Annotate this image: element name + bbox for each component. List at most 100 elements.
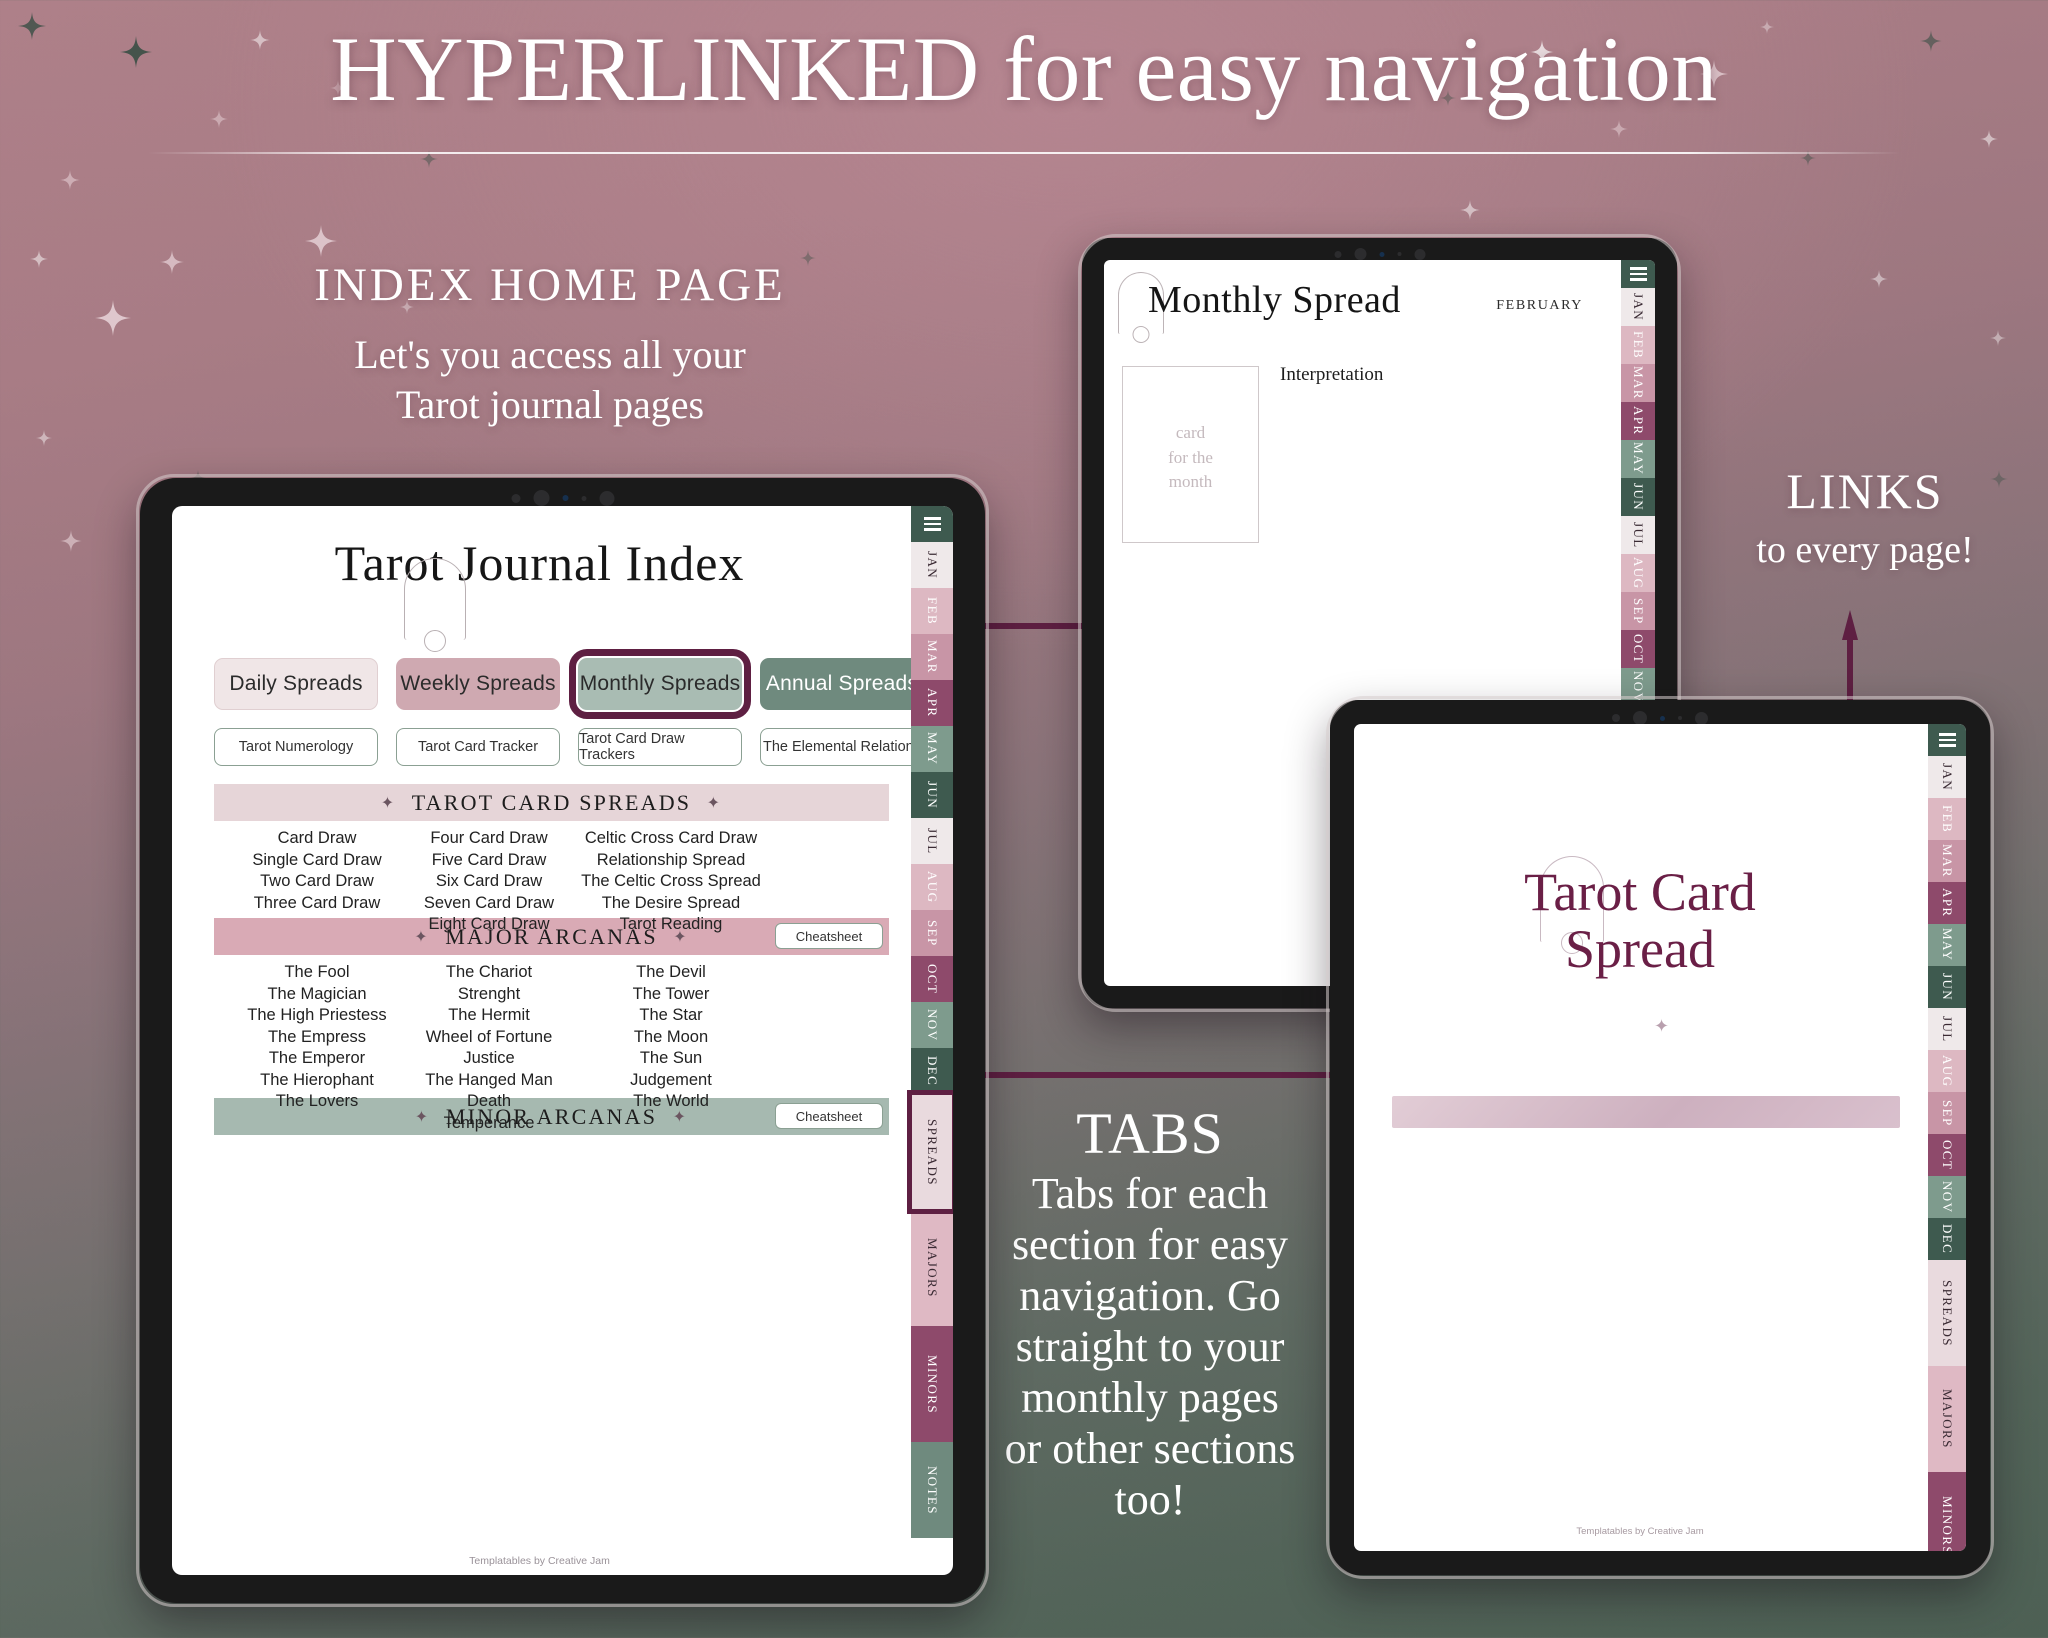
- tab-mar[interactable]: MAR: [1621, 364, 1655, 402]
- tab-nov[interactable]: NOV: [911, 1002, 953, 1048]
- list-item[interactable]: The Tower: [576, 984, 766, 1006]
- list-item[interactable]: The Star: [576, 1005, 766, 1027]
- tab-mar[interactable]: MAR: [1928, 840, 1966, 882]
- list-item[interactable]: The Celtic Cross Spread: [576, 871, 766, 893]
- tab-dec[interactable]: DEC: [911, 1048, 953, 1094]
- index-button-the-elemental-relations[interactable]: The Elemental Relations: [760, 728, 924, 766]
- button-label: Daily Spreads: [229, 672, 363, 695]
- menu-icon[interactable]: [923, 517, 941, 531]
- tab-jun[interactable]: JUN: [1928, 966, 1966, 1008]
- tab-may[interactable]: MAY: [1928, 924, 1966, 966]
- tab-oct[interactable]: OCT: [1621, 630, 1655, 668]
- tab-aug[interactable]: AUG: [1928, 1050, 1966, 1092]
- list-item[interactable]: Death: [394, 1091, 584, 1113]
- list-item[interactable]: The Hanged Man: [394, 1070, 584, 1092]
- list-item[interactable]: The World: [576, 1091, 766, 1113]
- list-item[interactable]: Celtic Cross Card Draw: [576, 828, 766, 850]
- tab-jul[interactable]: JUL: [1621, 516, 1655, 554]
- list-item[interactable]: Judgement: [576, 1070, 766, 1092]
- index-button-daily-spreads[interactable]: Daily Spreads: [214, 658, 378, 710]
- tab-may[interactable]: MAY: [911, 726, 953, 772]
- tab-apr[interactable]: APR: [1621, 402, 1655, 440]
- tab-dec[interactable]: DEC: [1928, 1218, 1966, 1260]
- tab-may[interactable]: MAY: [1621, 440, 1655, 478]
- menu-icon[interactable]: [1928, 724, 1966, 756]
- spread-tabstrip[interactable]: JAN FEB MAR APR MAY JUN JUL AUG SEP OCT NOV DEC SPRE…: [1928, 724, 1966, 1551]
- tab-majors[interactable]: MAJORS: [911, 1210, 953, 1326]
- monthly-card-box[interactable]: card for the month: [1122, 366, 1259, 543]
- tab-jan[interactable]: JAN: [911, 542, 953, 588]
- list-item[interactable]: Strenght: [394, 984, 584, 1006]
- list-item[interactable]: The Sun: [576, 1048, 766, 1070]
- list-item[interactable]: The Chariot: [394, 962, 584, 984]
- index-button-tarot-card-tracker[interactable]: Tarot Card Tracker: [396, 728, 560, 766]
- tab-majors[interactable]: MAJORS: [1928, 1366, 1966, 1472]
- list-item[interactable]: The Lovers: [222, 1091, 412, 1113]
- list-item[interactable]: The Moon: [576, 1027, 766, 1049]
- list-item[interactable]: Four Card Draw: [394, 828, 584, 850]
- tab-jan[interactable]: JAN: [1928, 756, 1966, 798]
- list-item[interactable]: Wheel of Fortune: [394, 1027, 584, 1049]
- index-button-weekly-spreads[interactable]: Weekly Spreads: [396, 658, 560, 710]
- tab-minors[interactable]: MINORS: [911, 1326, 953, 1442]
- tab-feb[interactable]: FEB: [911, 588, 953, 634]
- tab-jul[interactable]: JUL: [1928, 1008, 1966, 1050]
- menu-icon[interactable]: [911, 506, 953, 542]
- tab-apr[interactable]: APR: [911, 680, 953, 726]
- tab-label: JAN: [1631, 292, 1646, 322]
- tab-notes[interactable]: NOTES: [911, 1442, 953, 1538]
- list-item[interactable]: Seven Card Draw: [394, 893, 584, 915]
- list-item[interactable]: Eight Card Draw: [394, 914, 584, 936]
- tab-apr[interactable]: APR: [1928, 882, 1966, 924]
- list-item[interactable]: Five Card Draw: [394, 850, 584, 872]
- sparkle-icon: [305, 225, 337, 257]
- list-item[interactable]: Three Card Draw: [222, 893, 412, 915]
- tab-oct[interactable]: OCT: [911, 956, 953, 1002]
- index-button-tarot-numerology[interactable]: Tarot Numerology: [214, 728, 378, 766]
- index-button-monthly-spreads[interactable]: Monthly Spreads: [569, 649, 751, 719]
- list-item[interactable]: Card Draw: [222, 828, 412, 850]
- tab-label: APR: [1631, 406, 1646, 436]
- tab-aug[interactable]: AUG: [1621, 554, 1655, 592]
- index-tabstrip[interactable]: JAN FEB MAR APR MAY JUN JUL AUG SEP OCT NOV DEC SPRE…: [907, 506, 953, 1575]
- menu-icon[interactable]: [1629, 267, 1647, 281]
- list-item[interactable]: The Hermit: [394, 1005, 584, 1027]
- major-cheatsheet-button[interactable]: Cheatsheet: [775, 923, 883, 949]
- index-button-tarot-card-draw-trackers[interactable]: Tarot Card Draw Trackers: [578, 728, 742, 766]
- tab-jun[interactable]: JUN: [911, 772, 953, 818]
- list-item[interactable]: Two Card Draw: [222, 871, 412, 893]
- tab-feb[interactable]: FEB: [1621, 326, 1655, 364]
- tab-feb[interactable]: FEB: [1928, 798, 1966, 840]
- tab-aug[interactable]: AUG: [911, 864, 953, 910]
- list-item[interactable]: Single Card Draw: [222, 850, 412, 872]
- minor-cheatsheet-button[interactable]: Cheatsheet: [775, 1103, 883, 1129]
- list-item[interactable]: The Hierophant: [222, 1070, 412, 1092]
- tab-mar[interactable]: MAR: [911, 634, 953, 680]
- tab-sep[interactable]: SEP: [1621, 592, 1655, 630]
- tab-jan[interactable]: JAN: [1621, 288, 1655, 326]
- list-item[interactable]: The Emperor: [222, 1048, 412, 1070]
- tab-nov[interactable]: NOV: [1928, 1176, 1966, 1218]
- list-item[interactable]: The Empress: [222, 1027, 412, 1049]
- tab-jul[interactable]: JUL: [911, 818, 953, 864]
- tab-minors[interactable]: MINORS: [1928, 1472, 1966, 1551]
- list-item[interactable]: Tarot Reading: [576, 914, 766, 936]
- index-button-annual-spreads[interactable]: Annual Spreads: [760, 658, 924, 710]
- tab-sep[interactable]: SEP: [911, 910, 953, 956]
- list-item[interactable]: Justice: [394, 1048, 584, 1070]
- menu-icon[interactable]: [1621, 260, 1655, 288]
- tab-jun[interactable]: JUN: [1621, 478, 1655, 516]
- list-item[interactable]: The Fool: [222, 962, 412, 984]
- list-item[interactable]: The Devil: [576, 962, 766, 984]
- list-item[interactable]: The Desire Spread: [576, 893, 766, 915]
- list-item[interactable]: Temperance: [394, 1113, 584, 1135]
- tab-sep[interactable]: SEP: [1928, 1092, 1966, 1134]
- list-item[interactable]: Six Card Draw: [394, 871, 584, 893]
- list-item[interactable]: The High Priestess: [222, 1005, 412, 1027]
- menu-icon[interactable]: [1938, 733, 1956, 747]
- tab-oct[interactable]: OCT: [1928, 1134, 1966, 1176]
- tab-spreads[interactable]: SPREADS: [1928, 1260, 1966, 1366]
- list-item[interactable]: Relationship Spread: [576, 850, 766, 872]
- tab-spreads[interactable]: SPREADS: [907, 1090, 953, 1214]
- list-item[interactable]: The Magician: [222, 984, 412, 1006]
